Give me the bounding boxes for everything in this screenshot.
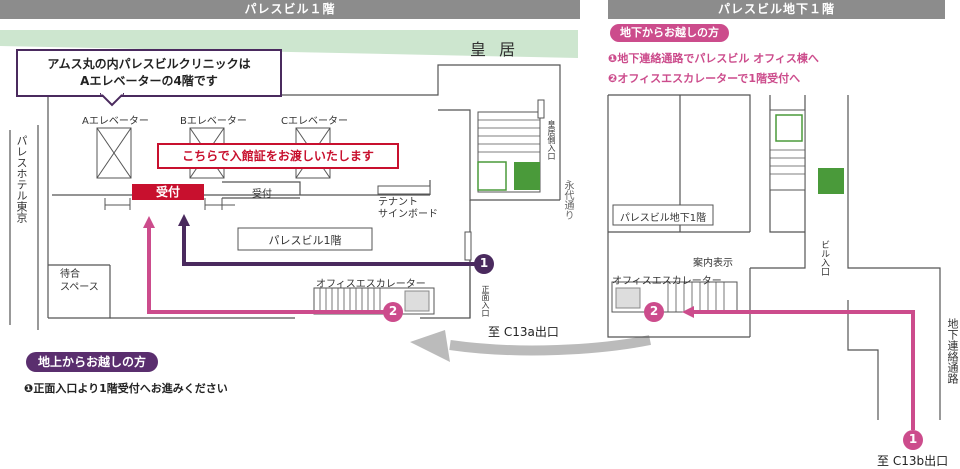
callout-line-1: アムス丸の内パレスビルクリニックは (47, 57, 251, 71)
marker-basement-1: 1 (908, 432, 918, 446)
basement-step-1: ❶地下連絡通路でパレスビル オフィス棟へ (608, 52, 819, 65)
passage-label: 地下連絡通路 (946, 318, 959, 384)
notice-box: こちらで入館証をお渡しいたします (157, 143, 399, 169)
waiting-line-1: 待合 (60, 269, 80, 280)
building-1f-label: パレスビル1階 (268, 234, 342, 247)
basement-instructions-title: 地下からお越しの方 (610, 24, 729, 42)
transfer-arrow (410, 330, 450, 362)
hotel-label: パレスホテル東京 (15, 135, 28, 223)
reception-label: 受付 (155, 185, 180, 199)
front-entrance-label: 正面入口 (481, 285, 490, 317)
tenant-board-label: テナント サインボード (378, 197, 438, 221)
marker-ground-1: 1 (479, 256, 489, 270)
ground-step-1: ❶正面入口より1階受付へお進みください (24, 382, 228, 395)
info-display-label: 案内表示 (693, 258, 733, 269)
reception-small-label: 受付 (252, 189, 272, 200)
waiting-space-label: 待合 スペース (60, 268, 99, 294)
ground-instructions-title: 地上からお越しの方 (26, 352, 159, 372)
escalator-label-right: オフィスエスカレーター (612, 276, 722, 287)
marker-basement-2: 2 (649, 304, 659, 318)
escalator-icon-right (615, 287, 641, 309)
waiting-line-2: スペース (60, 282, 99, 293)
elevator-icon-basement (818, 168, 844, 194)
marker-ground-2: 2 (388, 304, 398, 318)
exit-c13b-label: 至 C13b出口 (877, 454, 949, 468)
clinic-callout: アムス丸の内パレスビルクリニックは Aエレベーターの4階です (16, 49, 282, 97)
basement-label: パレスビル地下1階 (619, 213, 707, 224)
notice-text: こちらで入館証をお渡しいたします (182, 149, 374, 163)
palace-side-entrance-label: 皇居側入口 (547, 120, 556, 160)
tenant-board-line-1: テナント (378, 197, 418, 208)
building-entrance-label: ビル入口 (819, 240, 829, 276)
escalator-icon-basement (775, 114, 803, 142)
callout-line-2: Aエレベーターの4階です (80, 74, 218, 88)
elevator-c-label: Cエレベーター (281, 116, 348, 127)
tenant-board-line-2: サインボード (378, 209, 438, 220)
elevator-icon-palace (514, 162, 540, 190)
basement-step-2: ❷オフィスエスカレーターで1階受付へ (608, 72, 801, 85)
exit-c13a-label: 至 C13a出口 (488, 325, 559, 339)
escalator-icon-palace (477, 161, 507, 191)
street-label: 永代通り (562, 180, 573, 220)
elevator-a-label: Aエレベーター (82, 116, 149, 127)
elevator-b-label: Bエレベーター (180, 116, 247, 127)
escalator-icon-left (404, 290, 430, 312)
escalator-label-left: オフィスエスカレーター (316, 279, 426, 290)
callout-pointer (100, 93, 124, 107)
imperial-palace-label: 皇 居 (470, 40, 520, 59)
